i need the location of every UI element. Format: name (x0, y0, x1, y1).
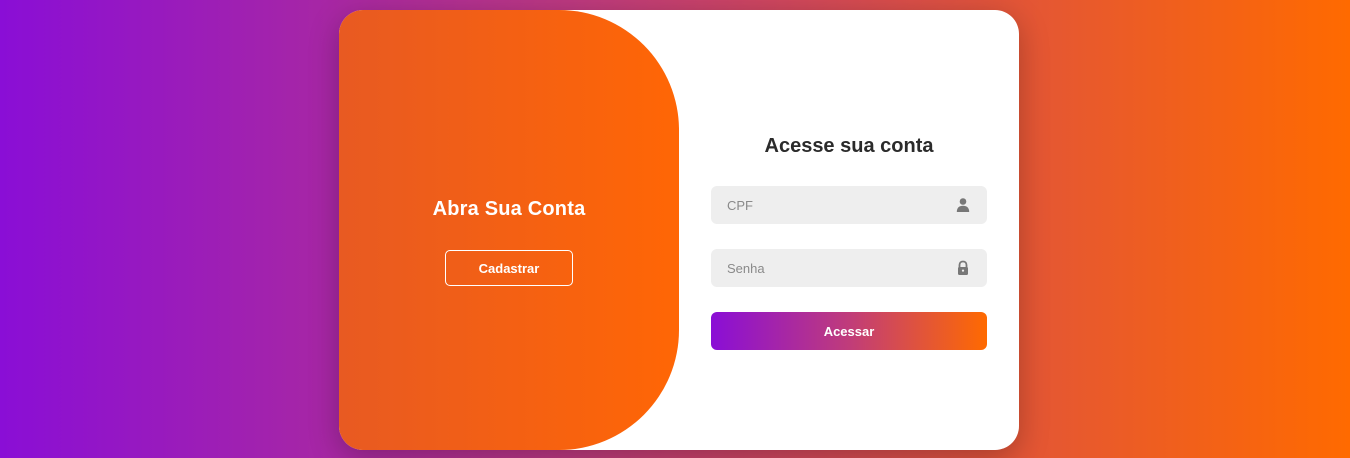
login-panel: Acesse sua conta Acessar (679, 10, 1019, 450)
page-background: { "left_panel": { "title": "Abra Sua Con… (0, 0, 1350, 458)
signup-panel-title: Abra Sua Conta (432, 198, 586, 220)
login-submit-button[interactable]: Acessar (711, 312, 987, 350)
lock-icon (958, 260, 968, 275)
user-icon (956, 198, 970, 212)
login-card: Abra Sua Conta Cadastrar Acesse sua cont… (339, 10, 1019, 450)
signup-panel: Abra Sua Conta Cadastrar (339, 10, 679, 450)
login-form-title: Acesse sua conta (764, 135, 934, 157)
password-input[interactable] (711, 249, 957, 287)
cpf-field-wrapper (711, 186, 987, 224)
cpf-input[interactable] (711, 186, 957, 224)
password-field-wrapper (711, 249, 987, 287)
signup-button[interactable]: Cadastrar (445, 250, 573, 286)
